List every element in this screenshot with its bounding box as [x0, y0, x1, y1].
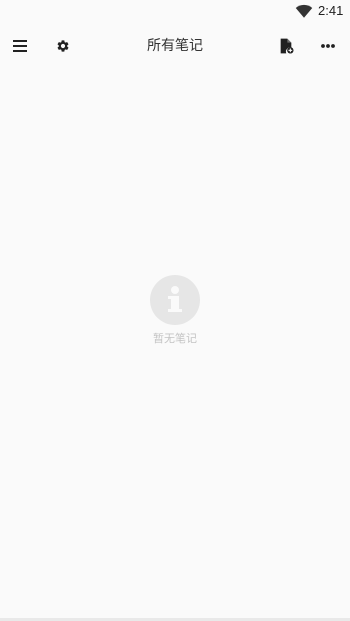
toolbar: 所有笔记: [0, 24, 350, 68]
more-options-button[interactable]: [314, 32, 342, 60]
status-time: 2:41: [318, 3, 344, 18]
new-note-icon: [280, 38, 294, 54]
status-bar: 2:41: [0, 0, 350, 24]
page-title: 所有笔记: [147, 38, 203, 54]
menu-icon: [13, 40, 27, 52]
empty-state-circle: [150, 275, 200, 325]
menu-button[interactable]: [6, 32, 34, 60]
more-icon: [321, 44, 335, 48]
settings-icon: [57, 40, 69, 52]
empty-state: 暂无笔记: [125, 275, 225, 346]
new-note-button[interactable]: [272, 32, 300, 60]
info-icon: [168, 286, 182, 312]
empty-state-text: 暂无笔记: [153, 332, 197, 345]
wifi-icon: [295, 4, 313, 18]
settings-button[interactable]: [49, 32, 77, 60]
